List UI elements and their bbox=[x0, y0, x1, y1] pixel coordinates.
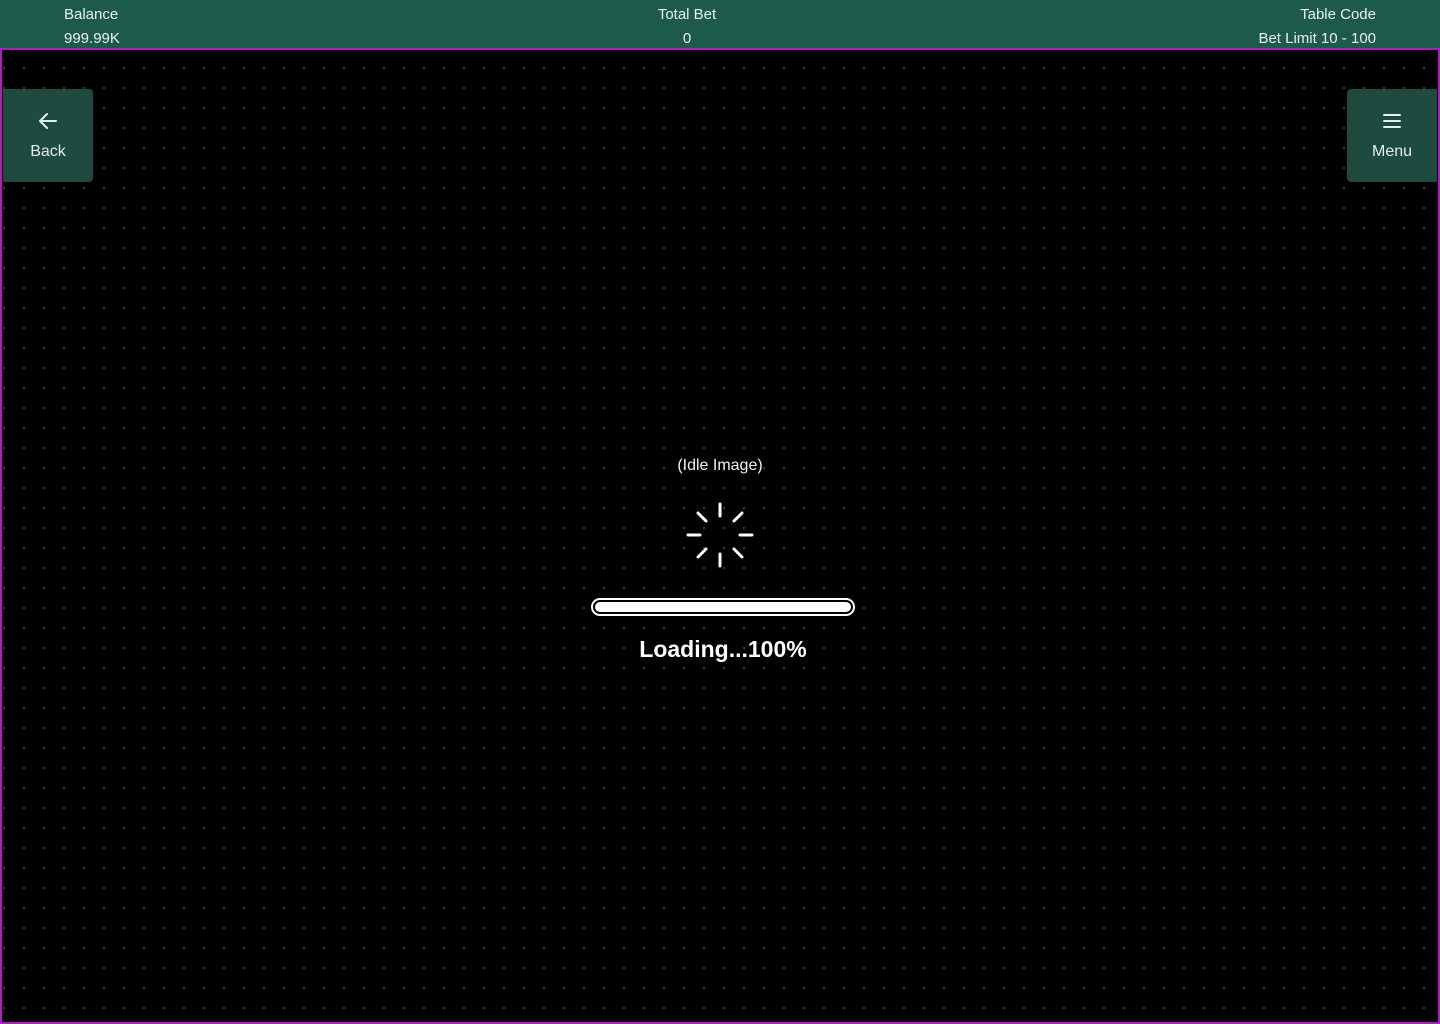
loading-status-text: Loading...100% bbox=[639, 636, 807, 662]
loading-spinner-icon bbox=[686, 501, 754, 569]
total-bet-label: Total Bet bbox=[657, 6, 717, 23]
menu-button-label: Menu bbox=[1371, 143, 1413, 160]
menu-button[interactable]: Menu bbox=[1347, 89, 1437, 182]
idle-image-placeholder: (Idle Image) bbox=[677, 457, 763, 474]
table-code-label: Table Code bbox=[1300, 6, 1376, 23]
loading-progress-fill bbox=[595, 602, 851, 612]
top-status-bar: Balance 999.99K Total Bet 0 Table Code B… bbox=[0, 0, 1440, 48]
table-info-group: Table Code Bet Limit 10 - 100 bbox=[1258, 3, 1376, 51]
total-bet-group: Total Bet 0 bbox=[0, 3, 1374, 51]
back-button-label: Back bbox=[30, 143, 66, 160]
loading-progress-bar bbox=[591, 598, 855, 616]
hamburger-menu-icon bbox=[1381, 110, 1403, 137]
back-button[interactable]: Back bbox=[3, 89, 93, 182]
arrow-left-icon bbox=[37, 110, 59, 137]
